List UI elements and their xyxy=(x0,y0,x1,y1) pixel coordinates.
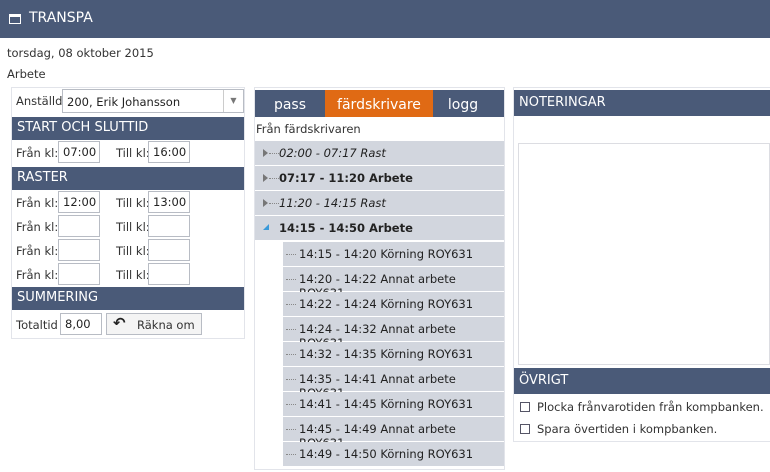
window-icon xyxy=(9,14,21,24)
break-to-input[interactable] xyxy=(148,263,190,285)
tab-log[interactable]: logg xyxy=(433,90,493,117)
expanded-arrow-icon[interactable] xyxy=(263,224,269,230)
absence-compbank-label: Plocka frånvarotiden från kompbanken. xyxy=(537,400,764,414)
breaks-section-header: RASTER xyxy=(12,167,244,190)
tree-item[interactable]: 14:24 - 14:32 Annat arbete ROY631 xyxy=(283,317,504,350)
tree-group-label: 14:15 - 14:50 Arbete xyxy=(279,221,413,235)
break-from-input[interactable]: 12:00 xyxy=(58,191,100,213)
break-from-label: Från kl: xyxy=(16,220,59,234)
break-from-input[interactable] xyxy=(58,215,100,237)
tree-group-label: 11:20 - 14:15 Rast xyxy=(279,196,386,210)
break-to-label: Till kl: xyxy=(116,196,150,210)
date-label: torsdag, 08 oktober 2015 xyxy=(7,46,154,60)
total-input[interactable]: 8,00 xyxy=(60,313,102,335)
tree-item[interactable]: 14:22 - 14:24 Körning ROY631 xyxy=(283,292,504,316)
overtime-compbank-label: Spara övertiden i kompbanken. xyxy=(537,422,718,436)
tree-group[interactable]: 07:17 - 11:20 Arbete xyxy=(255,166,504,190)
collapsed-arrow-icon[interactable] xyxy=(263,149,279,157)
recalculate-button[interactable]: ↶ Räkna om xyxy=(106,313,202,335)
break-to-input[interactable]: 13:00 xyxy=(148,191,190,213)
title-bar: TRANSPA xyxy=(0,0,770,38)
tree-item-label: 14:22 - 14:24 Körning ROY631 xyxy=(299,297,474,311)
undo-arrow-icon: ↶ xyxy=(113,314,126,332)
total-label: Totaltid xyxy=(16,318,58,332)
tree-item[interactable]: 14:20 - 14:22 Annat arbete ROY631 xyxy=(283,267,504,300)
break-to-input[interactable] xyxy=(148,215,190,237)
break-to-label: Till kl: xyxy=(116,244,150,258)
tachograph-heading: Från färdskrivaren xyxy=(256,122,361,136)
collapsed-arrow-icon[interactable] xyxy=(263,199,279,207)
notes-textarea[interactable] xyxy=(518,143,770,365)
break-to-label: Till kl: xyxy=(116,220,150,234)
tab-tachograph[interactable]: färdskrivare xyxy=(325,90,433,117)
start-from-input[interactable]: 07:00 xyxy=(58,141,100,163)
summary-section-header: SUMMERING xyxy=(12,287,244,310)
type-label: Arbete xyxy=(7,67,46,81)
start-from-label: Från kl: xyxy=(16,146,59,160)
tree-item[interactable]: 14:45 - 14:49 Annat arbete ROY631 xyxy=(283,417,504,450)
tree-item[interactable]: 14:49 - 14:50 Körning ROY631 xyxy=(283,442,504,466)
collapsed-arrow-icon[interactable] xyxy=(263,174,279,182)
break-to-input[interactable] xyxy=(148,239,190,261)
employee-value: 200, Erik Johansson xyxy=(67,95,181,109)
employee-select[interactable]: 200, Erik Johansson ▼ xyxy=(62,89,244,113)
tree-group-label: 07:17 - 11:20 Arbete xyxy=(279,171,413,185)
tree-group-label: 02:00 - 07:17 Rast xyxy=(279,146,386,160)
tree-item-label: 14:41 - 14:45 Körning ROY631 xyxy=(299,397,474,411)
tree-group[interactable]: 11:20 - 14:15 Rast xyxy=(255,191,504,215)
other-header: ÖVRIGT xyxy=(514,368,770,394)
start-section-header: START OCH SLUTTID xyxy=(12,117,244,140)
overtime-compbank-checkbox[interactable] xyxy=(520,424,530,434)
break-from-label: Från kl: xyxy=(16,244,59,258)
break-from-input[interactable] xyxy=(58,239,100,261)
absence-compbank-checkbox[interactable] xyxy=(520,402,530,412)
recalculate-label: Räkna om xyxy=(137,318,195,332)
notes-header: NOTERINGAR xyxy=(514,90,770,116)
chevron-down-icon[interactable]: ▼ xyxy=(223,90,243,112)
tree-item-label: 14:49 - 14:50 Körning ROY631 xyxy=(299,447,474,461)
break-from-label: Från kl: xyxy=(16,268,59,282)
tree-item[interactable]: 14:32 - 14:35 Körning ROY631 xyxy=(283,342,504,366)
app-title: TRANSPA xyxy=(29,10,93,26)
start-to-input[interactable]: 16:00 xyxy=(148,141,190,163)
tree-group[interactable]: 14:15 - 14:50 Arbete xyxy=(255,216,504,240)
break-to-label: Till kl: xyxy=(116,268,150,282)
tree-item[interactable]: 14:41 - 14:45 Körning ROY631 xyxy=(283,392,504,416)
tree-group[interactable]: 02:00 - 07:17 Rast xyxy=(255,141,504,165)
tree-item[interactable]: 14:35 - 14:41 Annat arbete ROY631 xyxy=(283,367,504,400)
tree-item-label: 14:15 - 14:20 Körning ROY631 xyxy=(299,247,474,261)
break-from-input[interactable] xyxy=(58,263,100,285)
tab-pass[interactable]: pass xyxy=(255,90,325,117)
start-to-label: Till kl: xyxy=(116,146,150,160)
tree-item-label: 14:32 - 14:35 Körning ROY631 xyxy=(299,347,474,361)
tree-item[interactable]: 14:15 - 14:20 Körning ROY631 xyxy=(283,242,504,266)
employee-label: Anställd xyxy=(16,94,63,108)
break-from-label: Från kl: xyxy=(16,196,59,210)
